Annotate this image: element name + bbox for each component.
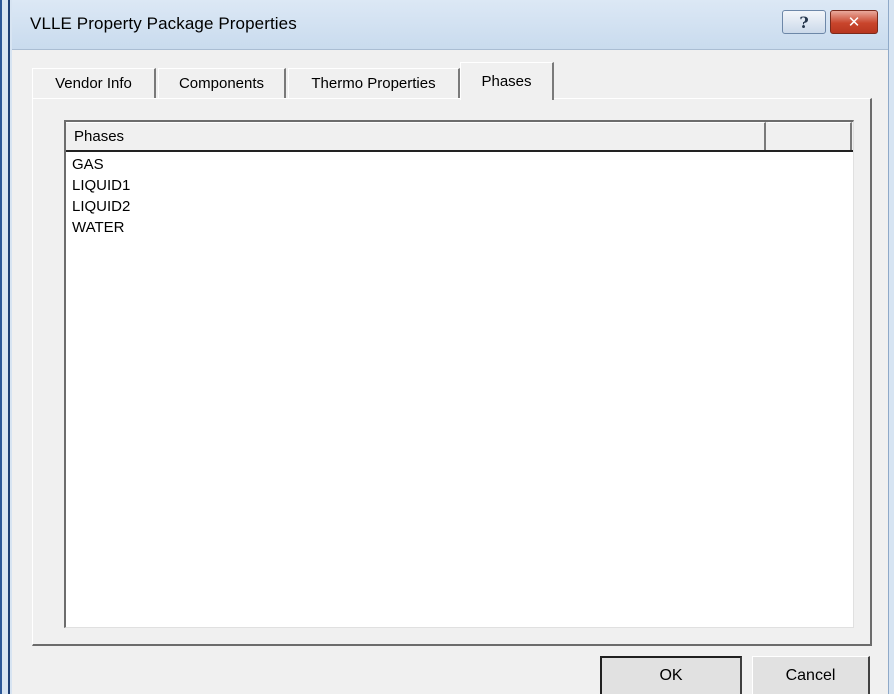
column-header-blank[interactable] [768,122,852,150]
list-item[interactable]: GAS [72,154,130,175]
ok-button[interactable]: OK [600,656,742,694]
tab-vendor-info[interactable]: Vendor Info [32,68,156,98]
tab-label: Components [178,75,265,92]
list-rows: GAS LIQUID1 LIQUID2 WATER [72,154,130,238]
tab-label: Thermo Properties [311,75,436,92]
tab-label: Phases [481,73,532,90]
tab-phases[interactable]: Phases [460,62,554,100]
dialog-window: VLLE Property Package Properties ? ✕ Ven… [0,0,894,694]
column-header-phases[interactable]: Phases [66,122,766,150]
ok-button-label: OK [659,667,683,684]
titlebar[interactable]: VLLE Property Package Properties ? ✕ [12,0,888,50]
cancel-button-label: Cancel [785,666,836,684]
tab-components[interactable]: Components [158,68,286,98]
phases-list[interactable]: Phases GAS LIQUID1 LIQUID2 WATER [64,120,854,628]
help-button[interactable]: ? [782,10,826,34]
close-icon: ✕ [847,13,861,31]
cancel-button[interactable]: Cancel [752,656,870,694]
list-item[interactable]: WATER [72,217,130,238]
window-title: VLLE Property Package Properties [30,14,297,33]
window-right-border [888,0,894,694]
window-left-border [0,0,12,694]
close-button[interactable]: ✕ [830,10,878,34]
list-item[interactable]: LIQUID1 [72,175,130,196]
list-item[interactable]: LIQUID2 [72,196,130,217]
tab-thermo-properties[interactable]: Thermo Properties [288,68,460,98]
window-left-border-line [8,0,10,694]
column-header-label: Phases [74,128,125,145]
list-header: Phases [66,122,853,152]
tab-label: Vendor Info [55,75,132,92]
help-icon: ? [799,12,809,32]
